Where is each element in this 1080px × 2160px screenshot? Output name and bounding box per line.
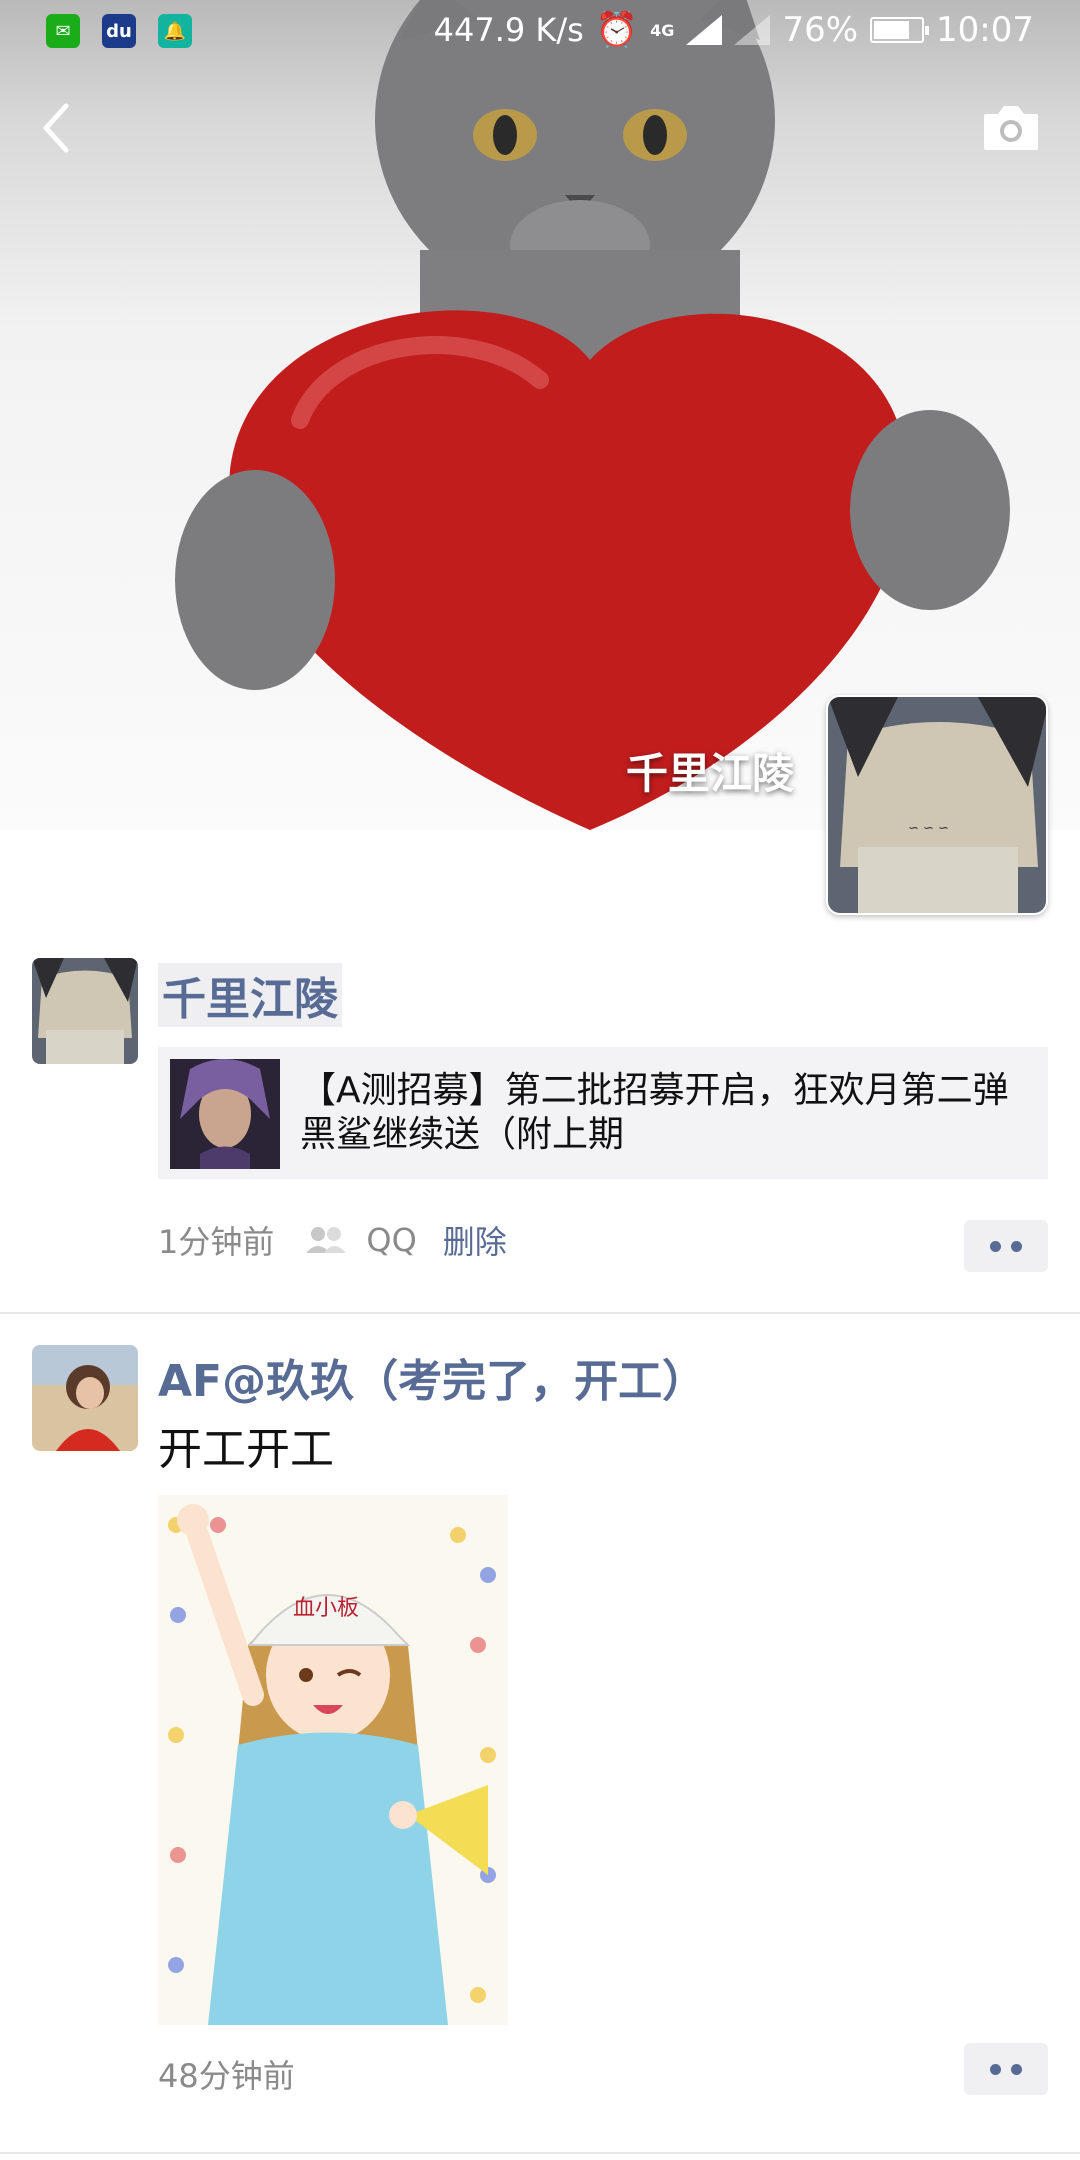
camera-icon — [984, 106, 1038, 150]
wechat-icon: ✉ — [46, 14, 80, 48]
post-image[interactable]: 血小板 — [158, 1495, 508, 2025]
delete-button[interactable]: 删除 — [443, 1217, 507, 1263]
post-divider — [0, 2152, 1080, 2154]
post-text: 开工开工 — [158, 1424, 334, 1475]
back-button[interactable] — [28, 92, 90, 164]
post-divider — [0, 1312, 1080, 1314]
more-dot-icon — [990, 2063, 1001, 2075]
camera-button[interactable] — [980, 100, 1042, 156]
more-actions-button[interactable] — [964, 2043, 1048, 2095]
post-avatar[interactable] — [32, 1345, 138, 1451]
cover-user-name: 千里江陵 — [625, 749, 794, 798]
post-avatar[interactable] — [32, 958, 138, 1064]
more-dot-icon — [1011, 1240, 1022, 1252]
contacts-icon[interactable] — [304, 1225, 348, 1255]
profile-avatar[interactable]: ∽ ∽ ∽ — [826, 695, 1048, 915]
post-source[interactable]: QQ — [366, 1221, 416, 1259]
svg-text:血小板: 血小板 — [293, 1596, 359, 1621]
signal-2-icon — [734, 15, 771, 45]
post-meta: 48分钟前 — [158, 2051, 295, 2097]
baidu-icon: du — [102, 14, 136, 48]
shared-link-card[interactable]: 【A测招募】第二批招募开启，狂欢月第二弹黑鲨继续送（附上期 — [158, 1047, 1048, 1179]
link-title: 【A测招募】第二批招募开启，狂欢月第二弹黑鲨继续送（附上期 — [300, 1070, 1009, 1155]
net-speed: 447.9 K/s — [433, 11, 584, 49]
signal-icon — [686, 15, 723, 45]
battery-fill — [874, 21, 910, 39]
network-type: 4G — [650, 20, 675, 40]
status-bar: ✉ du 🔔 447.9 K/s ⏰ 4G 76% 10:07 — [0, 0, 1080, 62]
battery-percent: 76% — [782, 10, 859, 50]
notification-bell-icon: 🔔 — [158, 14, 192, 48]
battery-icon — [870, 17, 930, 43]
clock: 10:07 — [936, 10, 1034, 50]
alarm-icon: ⏰ — [595, 10, 639, 50]
feed-post: AF@玖玖（考完了，开工） 开工开工 血小板 48分钟前 — [0, 1345, 1080, 2135]
svg-text:∽ ∽ ∽: ∽ ∽ ∽ — [908, 821, 949, 836]
more-dot-icon — [990, 1240, 1001, 1252]
post-author[interactable]: 千里江陵 — [158, 963, 342, 1027]
link-thumbnail — [170, 1059, 280, 1169]
post-time: 48分钟前 — [158, 2057, 295, 2095]
post-meta: 1分钟前 QQ 删除 — [158, 1217, 507, 1263]
post-time: 1分钟前 — [158, 1223, 275, 1261]
feed-post: 千里江陵 【A测招募】第二批招募开启，狂欢月第二弹黑鲨继续送（附上期 1分钟前 … — [0, 955, 1080, 1315]
chevron-left-icon — [43, 103, 69, 153]
post-author[interactable]: AF@玖玖（考完了，开工） — [158, 1345, 706, 1409]
more-actions-button[interactable] — [964, 1220, 1048, 1272]
more-dot-icon — [1011, 2063, 1022, 2075]
